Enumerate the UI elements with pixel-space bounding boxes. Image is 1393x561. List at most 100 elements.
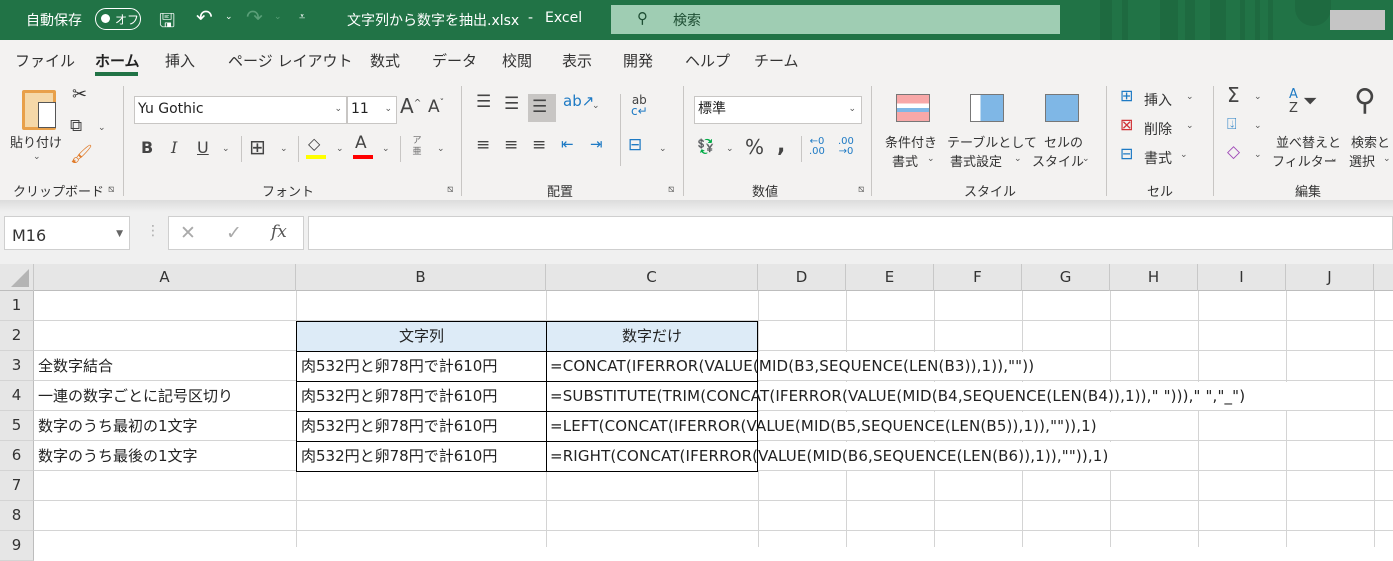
column-header-b[interactable]: B [296, 264, 546, 291]
clipboard-launcher-icon[interactable]: ⧅ [108, 184, 114, 195]
increase-decimal-icon[interactable]: ←0.00 [809, 137, 825, 157]
formula-input[interactable] [308, 216, 1393, 250]
cell-b2[interactable]: 文字列 [296, 321, 547, 352]
fill-icon[interactable]: ⍗ [1227, 116, 1237, 132]
clear-dropdown-icon[interactable]: ⌄ [1254, 150, 1262, 160]
save-icon[interactable]: 🖫 [159, 7, 175, 39]
undo-icon[interactable]: ↶ [196, 5, 213, 29]
insert-function-icon[interactable]: fx [271, 222, 287, 242]
account-area[interactable] [1330, 10, 1385, 30]
underline-button[interactable]: U [197, 140, 209, 156]
enter-icon[interactable]: ✓ [226, 222, 242, 244]
phonetic-guide-icon[interactable]: ア亜 [410, 136, 424, 158]
align-right-icon[interactable]: ≡ [532, 137, 546, 154]
accounting-format-icon[interactable]: 💱 [697, 140, 714, 154]
font-name-select[interactable]: Yu Gothic ⌄ [134, 96, 347, 124]
tab-team[interactable]: チーム [754, 50, 799, 71]
fill-color-icon[interactable]: ◇ [308, 136, 320, 152]
cell-a3[interactable]: 全数字結合 [34, 351, 113, 381]
decrease-decimal-icon[interactable]: .00 →0 [838, 137, 854, 157]
name-box[interactable]: M16 ▼ [4, 216, 130, 250]
cell-c3[interactable]: =CONCAT(IFERROR(VALUE(MID(B3,SEQUENCE(LE… [546, 351, 1034, 381]
accounting-dropdown-icon[interactable]: ⌄ [726, 144, 734, 154]
column-header-e[interactable]: E [846, 264, 934, 291]
tab-developer[interactable]: 開発 [623, 50, 653, 71]
font-color-dropdown-icon[interactable]: ⌄ [382, 144, 390, 154]
align-center-icon[interactable]: ≡ [504, 137, 518, 154]
cell-c6[interactable]: =RIGHT(CONCAT(IFERROR(VALUE(MID(B6,SEQUE… [546, 441, 1109, 471]
column-header-h[interactable]: H [1110, 264, 1198, 291]
autosum-dropdown-icon[interactable]: ⌄ [1254, 92, 1262, 102]
tab-home[interactable]: ホーム [95, 50, 140, 71]
cell-c4[interactable]: =SUBSTITUTE(TRIM(CONCAT(IFERROR(VALUE(MI… [546, 381, 1245, 411]
cancel-icon[interactable]: ✕ [180, 222, 196, 244]
phonetic-dropdown-icon[interactable]: ⌄ [437, 144, 445, 154]
bold-button[interactable]: B [141, 140, 153, 156]
number-launcher-icon[interactable]: ⧅ [858, 184, 864, 195]
decrease-font-size-icon[interactable]: Aˇ [428, 99, 444, 116]
autosum-icon[interactable]: Σ [1227, 85, 1240, 105]
copy-dropdown-icon[interactable]: ⌄ [98, 123, 106, 133]
increase-indent-icon[interactable]: ⇥ [590, 137, 603, 152]
italic-button[interactable]: I [171, 140, 177, 156]
tab-help[interactable]: ヘルプ [685, 50, 730, 71]
tab-review[interactable]: 校閲 [502, 50, 532, 71]
comma-style-icon[interactable]: , [777, 135, 785, 157]
undo-dropdown-icon[interactable]: ⌄ [225, 12, 233, 22]
row-header-4[interactable]: 4 [0, 381, 34, 411]
font-color-icon[interactable]: A [355, 135, 367, 152]
row-header-9[interactable]: 9 [0, 531, 34, 561]
align-left-icon[interactable]: ≡ [476, 137, 490, 154]
tab-formulas[interactable]: 数式 [370, 50, 400, 71]
fill-dropdown-icon[interactable]: ⌄ [1254, 121, 1262, 131]
merge-center-icon[interactable]: ⊟ [628, 137, 642, 154]
worksheet-grid[interactable]: 1 2 3 4 5 6 7 8 9 文字列 数字だけ 全数字結合 一連の数字ごと… [0, 291, 1393, 561]
row-header-5[interactable]: 5 [0, 411, 34, 441]
row-header-8[interactable]: 8 [0, 501, 34, 531]
tab-page-layout[interactable]: ページ レイアウト [228, 50, 352, 71]
copy-icon[interactable]: ⧉ [70, 118, 82, 135]
align-middle-icon[interactable]: ☰ [504, 96, 519, 113]
name-box-dropdown-icon[interactable]: ▼ [116, 229, 123, 239]
cell-b4[interactable]: 肉532円と卵78円で計610円 [296, 381, 547, 412]
tab-insert[interactable]: 挿入 [165, 50, 195, 71]
row-header-6[interactable]: 6 [0, 441, 34, 471]
column-header-a[interactable]: A [34, 264, 296, 291]
column-header-g[interactable]: G [1022, 264, 1110, 291]
number-format-select[interactable]: 標準 ⌄ [694, 96, 862, 124]
clear-icon[interactable]: ◇ [1227, 144, 1240, 161]
tab-file[interactable]: ファイル [15, 50, 75, 71]
row-header-1[interactable]: 1 [0, 291, 34, 321]
column-header-c[interactable]: C [546, 264, 758, 291]
fill-color-dropdown-icon[interactable]: ⌄ [336, 144, 344, 154]
column-header-f[interactable]: F [934, 264, 1022, 291]
tab-view[interactable]: 表示 [562, 50, 592, 71]
underline-dropdown-icon[interactable]: ⌄ [222, 144, 230, 154]
borders-dropdown-icon[interactable]: ⌄ [280, 144, 288, 154]
row-header-7[interactable]: 7 [0, 471, 34, 501]
borders-icon[interactable]: ⊞ [249, 137, 266, 157]
orientation-icon[interactable]: ab↗ [563, 94, 594, 109]
merge-dropdown-icon[interactable]: ⌄ [659, 144, 667, 154]
increase-font-size-icon[interactable]: A^ [400, 96, 421, 116]
autosave-toggle[interactable]: オフ [95, 8, 141, 30]
search-box[interactable]: ⚲ 検索 [611, 5, 1060, 34]
row-header-2[interactable]: 2 [0, 321, 34, 351]
cell-a5[interactable]: 数字のうち最初の1文字 [34, 411, 198, 441]
font-launcher-icon[interactable]: ⧅ [447, 184, 453, 195]
cell-a6[interactable]: 数字のうち最後の1文字 [34, 441, 198, 471]
column-header-j[interactable]: J [1286, 264, 1374, 291]
select-all-button[interactable] [0, 264, 34, 291]
column-header-d[interactable]: D [758, 264, 846, 291]
cell-b3[interactable]: 肉532円と卵78円で計610円 [296, 351, 547, 382]
column-header-i[interactable]: I [1198, 264, 1286, 291]
decrease-indent-icon[interactable]: ⇤ [561, 137, 574, 152]
cell-a4[interactable]: 一連の数字ごとに記号区切り [34, 381, 233, 411]
format-painter-icon[interactable]: 🖌 [70, 146, 93, 164]
orientation-dropdown-icon[interactable]: ⌄ [592, 101, 600, 111]
cut-icon[interactable]: ✂ [72, 86, 87, 104]
alignment-launcher-icon[interactable]: ⧅ [668, 184, 674, 195]
cell-b6[interactable]: 肉532円と卵78円で計610円 [296, 441, 547, 472]
font-size-select[interactable]: 11 ⌄ [347, 96, 397, 124]
cell-c5[interactable]: =LEFT(CONCAT(IFERROR(VALUE(MID(B5,SEQUEN… [546, 411, 1097, 441]
